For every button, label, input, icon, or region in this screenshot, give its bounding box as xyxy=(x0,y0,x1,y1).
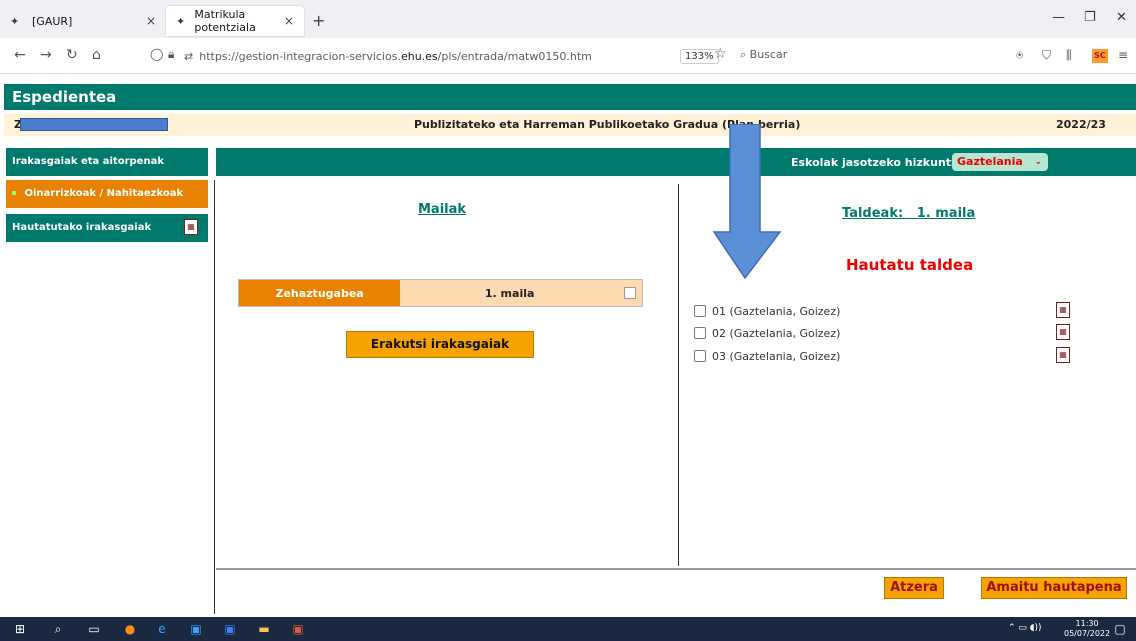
group-checkbox[interactable] xyxy=(694,350,706,362)
schedule-calendar-icon[interactable]: ▦ xyxy=(1056,324,1070,340)
schedule-calendar-icon[interactable]: ▦ xyxy=(1056,347,1070,363)
search-icon[interactable]: ⌕ xyxy=(50,621,66,637)
show-subjects-button[interactable]: Erakutsi irakasgaiak xyxy=(346,331,534,358)
outlook-icon[interactable]: ▣ xyxy=(188,621,204,637)
academic-year: 2022/23 xyxy=(1056,118,1106,131)
tab-close-icon[interactable]: × xyxy=(146,14,156,28)
annotation-arrow-icon xyxy=(712,124,782,280)
search-input[interactable]: ⌕ Buscar xyxy=(740,48,787,62)
chevron-down-icon: ⌄ xyxy=(1034,157,1042,167)
ehu-favicon-icon: ✦ xyxy=(176,15,186,28)
tab-close-icon[interactable]: × xyxy=(284,14,294,28)
redacted-name xyxy=(20,118,168,131)
clock[interactable]: 11:30 05/07/2022 xyxy=(1064,619,1110,639)
group-option[interactable]: 03 (Gaztelania, Goizez) xyxy=(694,347,840,365)
search-icon: ⌕ xyxy=(740,48,747,61)
reload-icon[interactable]: ↻ xyxy=(66,47,78,63)
minimize-icon[interactable]: — xyxy=(1052,10,1065,25)
active-dot-icon xyxy=(12,191,16,195)
file-explorer-icon[interactable]: ▬ xyxy=(256,621,272,637)
browser-tabbar: ✦ [GAUR] × ✦ Matrikula potentziala × + —… xyxy=(0,0,1136,38)
language-select[interactable]: Gaztelania ⌄ xyxy=(952,153,1048,171)
windows-start-icon[interactable]: ⊞ xyxy=(12,621,28,637)
word-icon[interactable]: ▣ xyxy=(222,621,238,637)
new-tab-button[interactable]: + xyxy=(312,11,325,30)
menu-icon[interactable]: ≡ xyxy=(1118,48,1128,62)
level-name: 1. maila xyxy=(400,280,620,306)
group-checkbox[interactable] xyxy=(694,305,706,317)
url-bar[interactable]: ⇄ https://gestion-integracion-servicios.… xyxy=(184,43,616,69)
task-view-icon[interactable]: ▭ xyxy=(86,621,102,637)
lock-icon[interactable]: 🔒︎ xyxy=(168,47,174,62)
finish-selection-button[interactable]: Amaitu hautapena xyxy=(981,577,1127,599)
language-bar: Eskolak jasotzeko hizkuntza: Gaztelania … xyxy=(216,148,1136,176)
column-divider xyxy=(678,184,679,566)
shield-icon[interactable]: ◯ xyxy=(150,47,163,61)
shield-ext-icon[interactable]: ⛉ xyxy=(1042,48,1051,63)
choose-group-prompt: Hautatu taldea xyxy=(846,256,974,274)
calendar-icon[interactable]: ▦ xyxy=(184,219,198,235)
schedule-calendar-icon[interactable]: ▦ xyxy=(1056,302,1070,318)
notifications-icon[interactable]: ▢ xyxy=(1112,621,1128,637)
sidebar-item-basic[interactable]: Oinarrizkoak / Nahitaezkoak xyxy=(6,180,208,208)
pocket-icon[interactable]: ⍟ xyxy=(1016,48,1023,63)
sidebar-item-selected[interactable]: Hautatutako irakasgaiak ▦ xyxy=(6,214,208,242)
browser-navbar: ← → ↻ ⌂ ◯ 🔒︎ ⇄ https://gestion-integraci… xyxy=(0,38,1136,74)
tab-matrikula[interactable]: ✦ Matrikula potentziala × xyxy=(166,6,304,36)
level-checkbox-cell xyxy=(619,280,642,306)
powerpoint-icon[interactable]: ▣ xyxy=(290,621,306,637)
group-option[interactable]: 02 (Gaztelania, Goizez) xyxy=(694,324,840,342)
tab-gaur[interactable]: ✦ [GAUR] × xyxy=(0,6,166,36)
groups-link[interactable]: Taldeak: 1. maila xyxy=(842,206,975,221)
maximize-icon[interactable]: ❐ xyxy=(1084,10,1096,25)
system-tray-icon[interactable]: ⌃ ▭ ◖)) xyxy=(1008,623,1042,633)
student-info-row: Z Publizitateko eta Harreman Publikoetak… xyxy=(4,114,1136,136)
footer-divider xyxy=(216,568,1136,570)
addon-icon[interactable]: SC xyxy=(1092,49,1108,63)
back-button[interactable]: Atzera xyxy=(884,577,944,599)
language-label: Eskolak jasotzeko hizkuntza: xyxy=(791,156,970,169)
ehu-favicon-icon: ✦ xyxy=(10,15,20,28)
os-taskbar: ⊞ ⌕ ▭ ● e ▣ ▣ ▬ ▣ ⌃ ▭ ◖)) 11:30 05/07/20… xyxy=(0,617,1136,641)
main-frame xyxy=(214,180,1136,614)
level-row: Zehaztugabea 1. maila xyxy=(238,279,643,307)
level-checkbox[interactable] xyxy=(624,287,637,299)
permissions-icon: ⇄ xyxy=(184,49,194,63)
tab-title: [GAUR] xyxy=(32,14,73,28)
forward-icon[interactable]: → xyxy=(40,47,52,63)
page-title: Espedientea xyxy=(4,84,1136,110)
edge-icon[interactable]: e xyxy=(154,621,170,637)
group-checkbox[interactable] xyxy=(694,327,706,339)
bookmark-star-icon[interactable]: ☆ xyxy=(714,46,727,62)
group-option[interactable]: 01 (Gaztelania, Goizez) xyxy=(694,302,840,320)
library-icon[interactable]: ⫼ xyxy=(1066,48,1072,63)
back-icon[interactable]: ← xyxy=(14,47,26,63)
level-status: Zehaztugabea xyxy=(239,280,401,306)
levels-link[interactable]: Mailak xyxy=(418,202,466,217)
tab-title: Matrikula potentziala xyxy=(194,8,256,34)
firefox-icon[interactable]: ● xyxy=(122,621,138,637)
zoom-indicator[interactable]: 133% xyxy=(680,49,719,64)
home-icon[interactable]: ⌂ xyxy=(92,47,101,63)
close-window-icon[interactable]: ✕ xyxy=(1116,10,1127,25)
sidebar-item-subjects[interactable]: Irakasgaiak eta aitorpenak xyxy=(6,148,208,176)
